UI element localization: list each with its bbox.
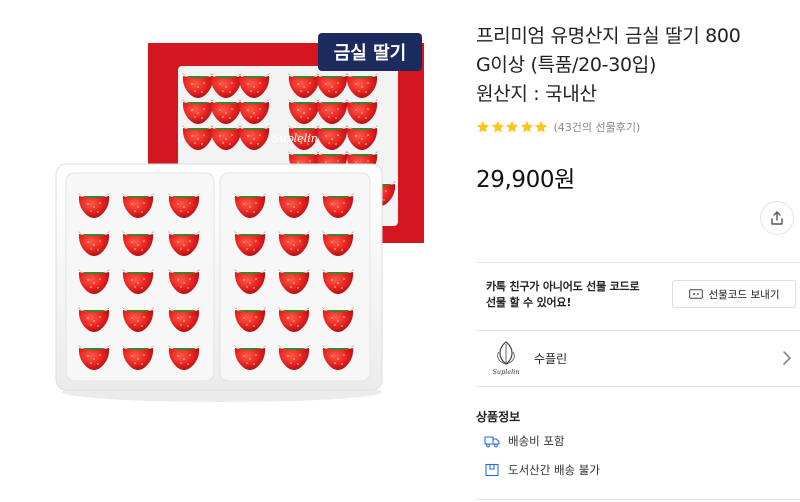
truck-icon: [484, 436, 500, 448]
rating[interactable]: (43건의 선물후기): [476, 119, 640, 135]
chevron-right-icon: [783, 351, 791, 365]
seller-row[interactable]: Suplelin 수플린: [476, 330, 800, 386]
gift-code-icon: [688, 289, 703, 299]
product-image-area: Suplelin 금실 딸기: [0, 0, 455, 502]
product-origin: 원산지 : 국내산: [476, 83, 597, 105]
review-count[interactable]: (43건의 선물후기): [554, 119, 641, 135]
box-icon: [485, 463, 499, 477]
gift-code-text-line: 카톡 친구가 아니어도 선물 코드로: [486, 280, 640, 293]
divider: [476, 386, 800, 387]
share-button[interactable]: [760, 201, 794, 235]
shipping-info-label: 배송비 포함: [508, 434, 565, 448]
send-gift-code-label: 선물코드 보내기: [708, 288, 780, 301]
product-info-title: 상품정보: [476, 410, 521, 424]
star-icon: [476, 120, 490, 133]
brand-watermark: Suplelin: [272, 132, 318, 145]
star-icon: [534, 120, 548, 133]
gift-code-text: 카톡 친구가 아니어도 선물 코드로 선물 할 수 있어요!: [486, 279, 676, 311]
seller-name: 수플린: [534, 351, 568, 366]
star-icon: [505, 120, 519, 133]
divider: [476, 499, 800, 500]
product-image: Suplelin 금실 딸기: [55, 33, 424, 402]
seller-logo: Suplelin: [492, 341, 520, 376]
star-icon: [520, 120, 533, 133]
seller-logo-text: Suplelin: [492, 368, 519, 376]
send-gift-code-button[interactable]: 선물코드 보내기: [672, 280, 796, 308]
star-rating: [476, 120, 549, 134]
product-title-line: 프리미엄 유명산지 금실 딸기 800: [476, 25, 741, 47]
image-badge-label: 금실 딸기: [334, 43, 407, 64]
share-icon: [771, 211, 783, 225]
shipping-info: 배송비 포함: [484, 433, 565, 449]
product-title-line: G이상 (특품/20-30입): [476, 54, 657, 76]
remote-area-info: 도서산간 배송 불가: [484, 462, 600, 478]
star-icon: [491, 120, 504, 133]
product-title: 프리미엄 유명산지 금실 딸기 800 G이상 (특품/20-30입) 원산지 …: [476, 22, 800, 109]
divider: [476, 262, 800, 263]
price: 29,900원: [476, 167, 575, 193]
remote-area-info-label: 도서산간 배송 불가: [508, 463, 600, 477]
product-info-panel: 프리미엄 유명산지 금실 딸기 800 G이상 (특품/20-30입) 원산지 …: [476, 0, 800, 502]
gift-code-text-line: 선물 할 수 있어요!: [486, 296, 572, 309]
